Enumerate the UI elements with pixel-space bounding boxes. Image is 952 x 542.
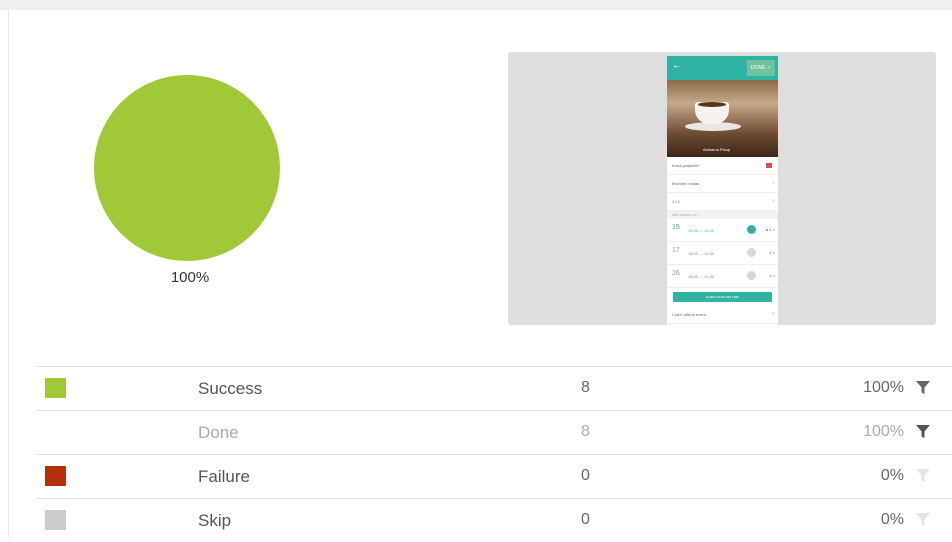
check-icon [747,248,756,257]
phone-header: ← DONE ✓ [667,56,778,80]
status-percent: 100% [863,379,904,396]
phone-mockup: ← DONE ✓ Alabama Pinup Kona podplatit? B… [667,56,778,325]
check-icon [747,225,756,234]
status-label: Done [198,423,239,442]
status-table: Success 8 100% Done 8 100% Failure 0 0% … [36,366,952,542]
phone-add-date-button: ⊕ ADD DATE AND TIME [673,292,772,302]
chevron-right-icon: › [772,198,774,204]
status-label: Skip [198,511,232,530]
date-time: 10:00 — 11:00 [688,228,714,233]
chevron-right-icon: › [772,311,774,317]
back-arrow-icon: ← [672,60,682,71]
success-color-swatch [45,378,66,398]
phone-row-0: Kona podplatit? [667,157,778,175]
date-time: 18:00 — 21:00 [688,274,715,279]
filter-icon[interactable] [916,513,930,527]
phone-section-header: SEPTEMBER 2017 [667,211,778,219]
date-mini: ● 1 > [765,227,775,232]
skip-color-swatch [45,510,66,530]
table-row-done: Done 8 100% [36,410,952,454]
phone-row-text: Brunnen rostas [672,181,700,186]
phone-done-button: DONE ✓ [747,60,775,76]
status-count: 8 [581,423,590,440]
phone-footer-row: I can't attend event › [667,306,778,324]
filter-icon[interactable] [916,425,930,439]
date-day: 15 [672,224,680,231]
phone-row-2: 1 / 4 › [667,193,778,211]
coffee-photo: Alabama Pinup [667,80,778,157]
phone-row-text: 1 / 4 [672,199,680,204]
panel-border [8,10,9,537]
screenshot-preview[interactable]: ← DONE ✓ Alabama Pinup Kona podplatit? B… [508,52,936,325]
status-count: 8 [581,379,590,396]
pie-svg [94,75,280,261]
status-percent: 100% [863,423,904,440]
date-mini: 1 > [769,250,775,255]
date-mini: 1 > [769,273,775,278]
pie-chart [94,75,280,261]
pie-slice-success [94,75,280,261]
phone-date-row-1: 17 18:00 — 21:00 1 > [667,242,778,265]
status-label: Success [198,379,263,398]
status-percent: 0% [880,467,904,484]
phone-row-1: Brunnen rostas › [667,175,778,193]
filter-icon[interactable] [916,469,930,483]
photo-caption: Alabama Pinup [703,147,731,152]
phone-row-text: Kona podplatit? [672,163,700,168]
date-day: 26 [672,270,680,277]
top-bar [0,0,952,10]
phone-date-row-0: 15 10:00 — 11:00 ● 1 > [667,219,778,242]
table-row-success: Success 8 100% [36,366,952,410]
date-day: 17 [672,247,680,254]
check-icon [747,271,756,280]
status-percent: 0% [880,511,904,528]
status-count: 0 [581,467,590,484]
phone-date-row-2: 26 18:00 — 21:00 1 > [667,265,778,288]
pie-percent-label: 100% [170,269,210,286]
flag-icon [766,163,772,168]
table-row-skip: Skip 0 0% [36,498,952,542]
status-count: 0 [581,511,590,528]
phone-row-text: I can't attend event [672,312,706,317]
table-row-failure: Failure 0 0% [36,454,952,498]
status-label: Failure [198,467,250,486]
coffee-shape [698,102,726,107]
chevron-right-icon: › [772,180,774,186]
date-time: 18:00 — 21:00 [688,251,715,256]
failure-color-swatch [45,466,66,486]
filter-icon[interactable] [916,381,930,395]
